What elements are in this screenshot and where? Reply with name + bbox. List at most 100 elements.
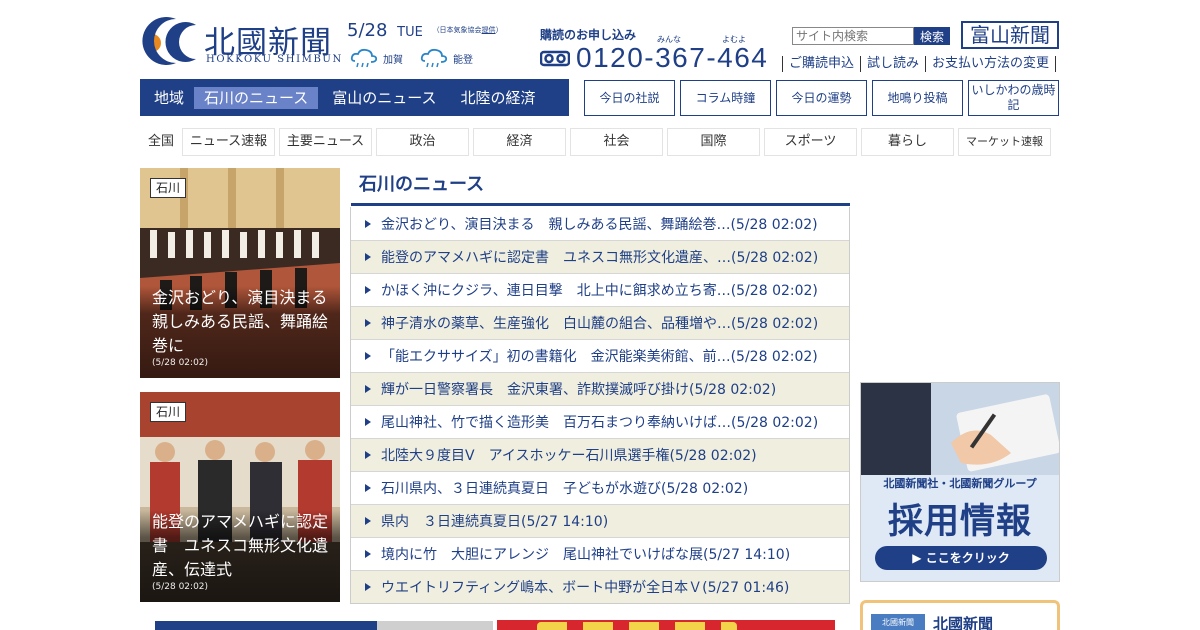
recruit-banner[interactable]: 北國新聞社・北國新聞グループ 採用情報 ▶ ここをクリック	[860, 382, 1060, 582]
news-section-title: 石川のニュース	[359, 174, 485, 195]
news-item[interactable]: 尾山神社、竹で描く造形美 百万石まつり奉納いけば…(5/28 02:02)	[351, 405, 849, 438]
arrow-right-icon	[365, 352, 371, 360]
category-society[interactable]: 社会	[570, 128, 663, 156]
region-tab-ishikawa[interactable]: 石川のニュース	[194, 86, 319, 109]
news-item[interactable]: 境内に竹 大胆にアレンジ 尾山神社でいけばな展(5/27 14:10)	[351, 537, 849, 570]
news-item-text: 境内に竹 大胆にアレンジ 尾山神社でいけばな展(5/27 14:10)	[381, 547, 791, 563]
subscribe-phone[interactable]: 0120-367-464	[540, 42, 768, 74]
weather-source: （日本気象協会提供）	[432, 26, 503, 34]
ishikawa-news-list: 金沢おどり、演目決まる 親しみある民謡、舞踊絵巻…(5/28 02:02) 能登の…	[350, 207, 850, 604]
trial-read-link[interactable]: 試し読み	[860, 56, 925, 72]
site-logo[interactable]: 北國新聞 HOKKOKU SHIMBUN	[140, 15, 343, 67]
photo-caption: 能登のアマメハギに認定書 ユネスコ無形文化遺産、伝達式 (5/28 02:02)	[140, 510, 340, 602]
photo-time: (5/28 02:02)	[152, 582, 209, 592]
photo-time: (5/28 02:02)	[152, 358, 209, 368]
category-label: 全国	[147, 134, 174, 149]
feature-buttons: 今日の社説 コラム時鐘 今日の運勢 地鳴り投稿 いしかわの歳時記	[584, 80, 1059, 116]
search-button[interactable]: 検索	[914, 27, 950, 45]
region-nav: 地域 石川のニュース 富山のニュース 北陸の経済	[140, 79, 569, 116]
arrow-right-icon	[365, 286, 371, 294]
arrow-right-icon	[365, 219, 371, 228]
arrow-right-icon	[365, 385, 371, 393]
news-item-text: 能登のアマメハギに認定書 ユネスコ無形文化遺産、…(5/28 02:02)	[381, 250, 819, 266]
payment-change-link[interactable]: お支払い方法の変更	[925, 56, 1055, 72]
region-tab-hokuriku-economy[interactable]: 北陸の経済	[451, 87, 546, 109]
category-politics[interactable]: 政治	[376, 128, 469, 156]
promo-text: 北國新聞	[933, 615, 994, 630]
weather-noto[interactable]: 能登	[419, 48, 473, 68]
photo-card-kanazawa-odori[interactable]: 石川 金沢おどり、演目決まる 親しみある民謡、舞踊絵巻に (5/28 02:02…	[140, 168, 340, 378]
logo-mark-icon	[142, 17, 196, 65]
photo-card-amamehagi[interactable]: 石川 能登のアマメハギに認定書 ユネスコ無形文化遺産、伝達式 (5/28 02:…	[140, 392, 340, 602]
national-category-bar: 全国 ニュース速報 主要ニュース 政治 経済 社会 国際 スポーツ 暮らし マー…	[140, 128, 1055, 156]
news-item-text: 「能エクササイズ」初の書籍化 金沢能楽美術館、前…(5/28 02:02)	[381, 349, 818, 365]
news-item[interactable]: 北陸大９度目V アイスホッケー石川県選手権(5/28 02:02)	[351, 438, 849, 471]
news-item[interactable]: 県内 ３日連続真夏日(5/27 14:10)	[351, 504, 849, 537]
news-item[interactable]: ウエイトリフティング嶋本、ボート中野が全日本Ｖ(5/27 01:46)	[351, 570, 849, 603]
category-breaking-news[interactable]: ニュース速報	[182, 128, 275, 156]
news-item[interactable]: 輝が一日警察署長 金沢東署、詐欺撲滅呼び掛け(5/28 02:02)	[351, 372, 849, 405]
site-search: 検索	[792, 27, 950, 45]
toyama-shimbun-button[interactable]: 富山新聞	[961, 21, 1059, 49]
weather-area-label: 加賀	[383, 54, 403, 66]
date-weather: 5/28 TUE （日本気象協会提供） 加賀 能登	[347, 20, 527, 72]
banner-graphic	[537, 622, 737, 630]
region-tag: 石川	[150, 178, 187, 198]
subscribe-link[interactable]: ご購読申込	[782, 56, 860, 72]
logo-text-en: HOKKOKU SHIMBUN	[206, 54, 343, 65]
arrow-right-icon	[365, 319, 371, 327]
hand-writing-photo	[861, 383, 1059, 475]
news-item-text: 北陸大９度目V アイスホッケー石川県選手権(5/28 02:02)	[381, 448, 757, 464]
category-top-news[interactable]: 主要ニュース	[279, 128, 372, 156]
news-item[interactable]: 「能エクササイズ」初の書籍化 金沢能楽美術館、前…(5/28 02:02)	[351, 339, 849, 372]
free-dial-icon	[540, 50, 570, 67]
category-market-news[interactable]: マーケット速報	[958, 128, 1051, 156]
weather-kaga[interactable]: 加賀	[349, 48, 403, 68]
arrow-right-icon	[365, 583, 371, 591]
news-item[interactable]: 能登のアマメハギに認定書 ユネスコ無形文化遺産、…(5/28 02:02)	[351, 240, 849, 273]
phone-number: 0120-367-464	[576, 42, 769, 73]
subscribe-label: 購読のお申し込み	[540, 28, 637, 42]
editorial-button[interactable]: 今日の社説	[584, 80, 675, 116]
ishikawa-calendar-button[interactable]: いしかわの歳時記	[968, 80, 1059, 116]
recruit-title: 採用情報	[887, 502, 1032, 542]
bottom-banner-right[interactable]	[497, 620, 835, 630]
region-tab-toyama[interactable]: 富山のニュース	[322, 87, 446, 109]
arrow-right-icon	[365, 451, 371, 459]
newspaper-image	[377, 621, 493, 630]
category-lifestyle[interactable]: 暮らし	[861, 128, 954, 156]
region-label: 地域	[154, 89, 185, 107]
news-item[interactable]: 金沢おどり、演目決まる 親しみある民謡、舞踊絵巻…(5/28 02:02)	[351, 207, 849, 240]
news-item-text: ウエイトリフティング嶋本、ボート中野が全日本Ｖ(5/27 01:46)	[381, 580, 790, 596]
subscription-links: ご購読申込 試し読み お支払い方法の変更	[782, 56, 1057, 72]
news-item[interactable]: 石川県内、３日連続真夏日 子どもが水遊び(5/28 02:02)	[351, 471, 849, 504]
news-item[interactable]: 神子清水の薬草、生産強化 白山麓の組合、品種増や…(5/28 02:02)	[351, 306, 849, 339]
news-item[interactable]: かほく沖にクジラ、連日目撃 北上中に餌求め立ち寄…(5/28 02:02)	[351, 273, 849, 306]
reader-post-button[interactable]: 地鳴り投稿	[872, 80, 963, 116]
category-economy[interactable]: 経済	[473, 128, 566, 156]
category-sports[interactable]: スポーツ	[764, 128, 857, 156]
news-item-text: 輝が一日警察署長 金沢東署、詐欺撲滅呼び掛け(5/28 02:02)	[381, 382, 777, 398]
arrow-right-icon	[365, 418, 371, 426]
arrow-right-icon	[365, 253, 371, 261]
promo-banner[interactable]: 北國新聞 北國新聞	[860, 600, 1060, 630]
bottom-banner-left[interactable]	[155, 621, 493, 630]
divider	[1055, 56, 1057, 72]
recruit-click-button[interactable]: ▶ ここをクリック	[875, 546, 1047, 570]
arrow-right-icon	[365, 550, 371, 558]
news-item-text: かほく沖にクジラ、連日目撃 北上中に餌求め立ち寄…(5/28 02:02)	[381, 283, 818, 299]
news-item-text: 県内 ３日連続真夏日(5/27 14:10)	[381, 514, 609, 530]
search-input[interactable]	[792, 27, 914, 45]
arrow-right-icon	[365, 517, 371, 525]
rain-cloud-icon	[420, 48, 448, 68]
news-section-header: 石川のニュース	[351, 170, 850, 206]
category-international[interactable]: 国際	[667, 128, 760, 156]
arrow-right-icon	[365, 484, 371, 492]
horoscope-button[interactable]: 今日の運勢	[776, 80, 867, 116]
recruit-org: 北國新聞社・北國新聞グループ	[883, 477, 1037, 490]
column-jisho-button[interactable]: コラム時鐘	[680, 80, 771, 116]
news-item-text: 神子清水の薬草、生産強化 白山麓の組合、品種増や…(5/28 02:02)	[381, 316, 819, 332]
weekday: TUE	[397, 25, 423, 40]
weather-source-link[interactable]: 提供	[482, 26, 496, 34]
photo-title: 金沢おどり、演目決まる 親しみある民謡、舞踊絵巻に	[152, 288, 328, 355]
